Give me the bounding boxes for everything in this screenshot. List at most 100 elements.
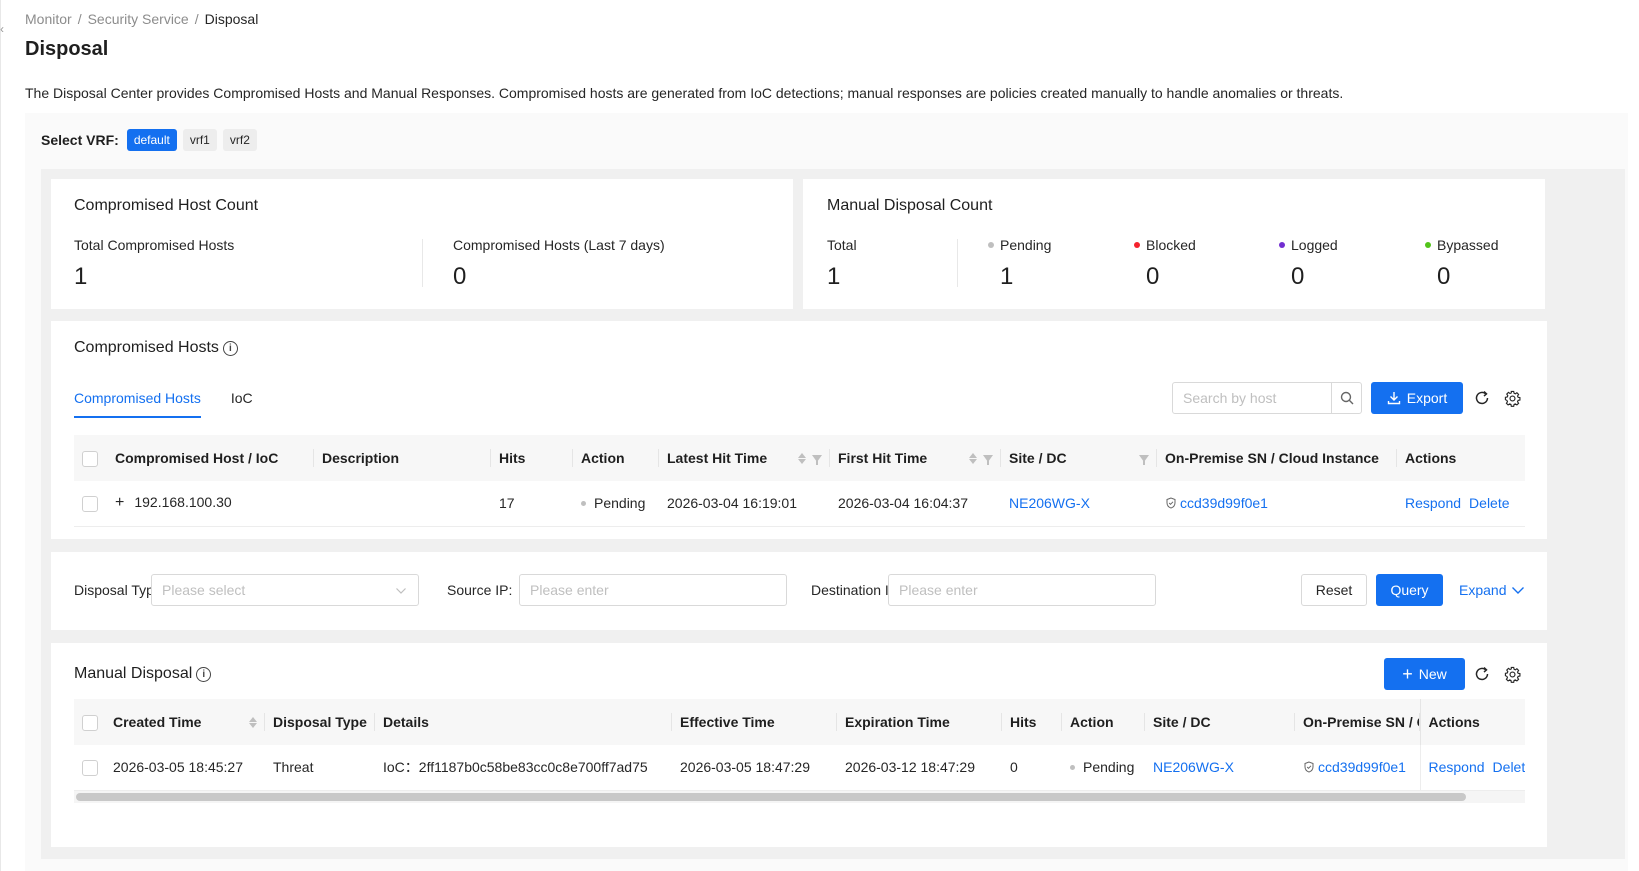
action-cell: Pending (1062, 745, 1145, 791)
search-icon (1340, 391, 1353, 405)
destination-ip-label: Destination IP: (811, 582, 888, 598)
export-button[interactable]: Export (1371, 382, 1463, 414)
column-header-filterable[interactable]: Site / DC (1001, 435, 1157, 481)
disposal-type-label: Disposal Type: (74, 582, 151, 598)
reset-button[interactable]: Reset (1301, 574, 1367, 606)
hits-cell: 17 (491, 481, 573, 527)
info-icon[interactable]: i (196, 666, 212, 682)
sn-cell[interactable]: ccd39d99f0e1 (1157, 481, 1397, 527)
column-header-sortable[interactable]: Created Time (105, 699, 265, 745)
expand-row-icon[interactable]: + (115, 494, 124, 511)
site-cell[interactable]: NE206WG-X (1145, 745, 1295, 791)
sort-icon[interactable] (249, 716, 257, 728)
stat-label-text: Bypassed (1437, 237, 1499, 253)
section-title-text: Compromised Hosts (74, 339, 219, 356)
export-label: Export (1406, 390, 1448, 406)
tab-compromised-hosts[interactable]: Compromised Hosts (74, 390, 201, 418)
section-title-text: Manual Disposal (74, 665, 193, 682)
refresh-icon[interactable] (1473, 389, 1491, 407)
search-button[interactable] (1331, 383, 1361, 413)
respond-link[interactable]: Respond (1429, 759, 1485, 775)
sn-link: ccd39d99f0e1 (1318, 759, 1406, 776)
status-dot (1134, 242, 1140, 248)
manual-total-label: Total (827, 237, 857, 253)
sort-icon[interactable] (969, 452, 977, 464)
column-header: Actions (1397, 435, 1525, 481)
site-cell[interactable]: NE206WG-X (1001, 481, 1157, 527)
select-all-cell (74, 699, 105, 745)
disposal-type-select[interactable]: Please select (151, 574, 419, 606)
column-header: Action (573, 435, 659, 481)
stat-blocked-label: Blocked (1134, 237, 1196, 253)
column-header: Details (375, 699, 672, 745)
status-badge: Pending (1083, 759, 1135, 776)
respond-link[interactable]: Respond (1405, 495, 1461, 511)
site-link: NE206WG-X (1153, 759, 1234, 776)
divider (422, 239, 423, 287)
breadcrumb-security-service[interactable]: Security Service (88, 11, 189, 27)
sort-icon[interactable] (798, 452, 806, 464)
gear-icon[interactable] (1503, 389, 1521, 407)
total-compromised-label: Total Compromised Hosts (74, 237, 235, 253)
gear-icon[interactable] (1503, 665, 1521, 683)
breadcrumb-separator: / (77, 11, 82, 27)
expand-link[interactable]: Expand (1459, 582, 1525, 598)
tab-ioc[interactable]: IoC (231, 390, 253, 418)
vrf-option-vrf1[interactable]: vrf1 (182, 129, 217, 151)
stat-pending-value: 1 (1000, 263, 1014, 290)
stat-blocked-value: 0 (1146, 263, 1160, 290)
breadcrumb-disposal: Disposal (204, 11, 259, 27)
chevron-left-icon[interactable]: ‹ (0, 22, 4, 36)
manual-disposal-count-card: Manual Disposal Count Total 1 Pending 1 … (803, 179, 1545, 309)
filter-icon[interactable] (812, 454, 822, 465)
new-button[interactable]: + New (1384, 658, 1465, 690)
filter-icon[interactable] (1139, 454, 1149, 465)
stat-pending-label: Pending (988, 237, 1051, 253)
vrf-selector: Select VRF: default vrf1 vrf2 (41, 129, 257, 151)
column-header-sortable[interactable]: Latest Hit Time (659, 435, 830, 481)
breadcrumb-monitor[interactable]: Monitor (25, 11, 72, 27)
status-dot (1070, 764, 1075, 770)
filter-icon[interactable] (983, 454, 993, 465)
row-checkbox[interactable] (82, 495, 98, 512)
compromised-hosts-panel: Compromised Hosts i Compromised Hosts Io… (51, 321, 1547, 539)
info-icon[interactable]: i (222, 340, 238, 356)
row-select-cell (74, 481, 107, 527)
latest-hit-cell: 2026-03-04 16:19:01 (659, 481, 830, 527)
divider (957, 239, 958, 287)
description-cell (314, 481, 491, 527)
search-input[interactable]: Search by host (1173, 383, 1331, 413)
select-all-checkbox[interactable] (82, 450, 98, 467)
first-hit-cell: 2026-03-04 16:04:37 (830, 481, 1001, 527)
page-description: The Disposal Center provides Compromised… (25, 85, 1344, 101)
row-checkbox[interactable] (82, 759, 98, 776)
delete-link[interactable]: Delete (1493, 759, 1525, 775)
vrf-option-default[interactable]: default (126, 129, 177, 151)
action-cell: Pending (573, 481, 659, 527)
sn-link: ccd39d99f0e1 (1180, 495, 1268, 512)
delete-link[interactable]: Delete (1469, 495, 1509, 511)
actions-cell: Respond Delete (1397, 481, 1525, 527)
refresh-icon[interactable] (1473, 665, 1491, 683)
last7-compromised-label: Compromised Hosts (Last 7 days) (453, 237, 665, 253)
column-header: Effective Time (672, 699, 837, 745)
horizontal-scrollbar[interactable] (76, 793, 1466, 801)
column-header: Action (1062, 699, 1145, 745)
hits-cell: 0 (1002, 745, 1062, 791)
manual-disposal-panel: Manual Disposal i + New Created Time Dis… (51, 643, 1547, 847)
effective-time-cell: 2026-03-05 18:47:29 (672, 745, 837, 791)
card-title: Compromised Host Count (74, 197, 259, 214)
select-all-checkbox[interactable] (82, 714, 98, 731)
column-header: Disposal Type (265, 699, 375, 745)
column-header-sortable[interactable]: First Hit Time (830, 435, 1001, 481)
vrf-option-vrf2[interactable]: vrf2 (222, 129, 257, 151)
actions-cell: Respond Delete (1419, 745, 1525, 791)
host-cell: +192.168.100.30 (107, 481, 314, 527)
destination-ip-input[interactable]: Please enter (888, 574, 1156, 606)
select-placeholder: Please select (162, 582, 246, 598)
column-header: On-Premise SN / Cloud Instance (1157, 435, 1397, 481)
stat-logged-value: 0 (1291, 263, 1305, 290)
sn-cell[interactable]: ccd39d99f0e1 (1295, 745, 1420, 791)
source-ip-input[interactable]: Please enter (519, 574, 787, 606)
query-button[interactable]: Query (1376, 574, 1443, 606)
